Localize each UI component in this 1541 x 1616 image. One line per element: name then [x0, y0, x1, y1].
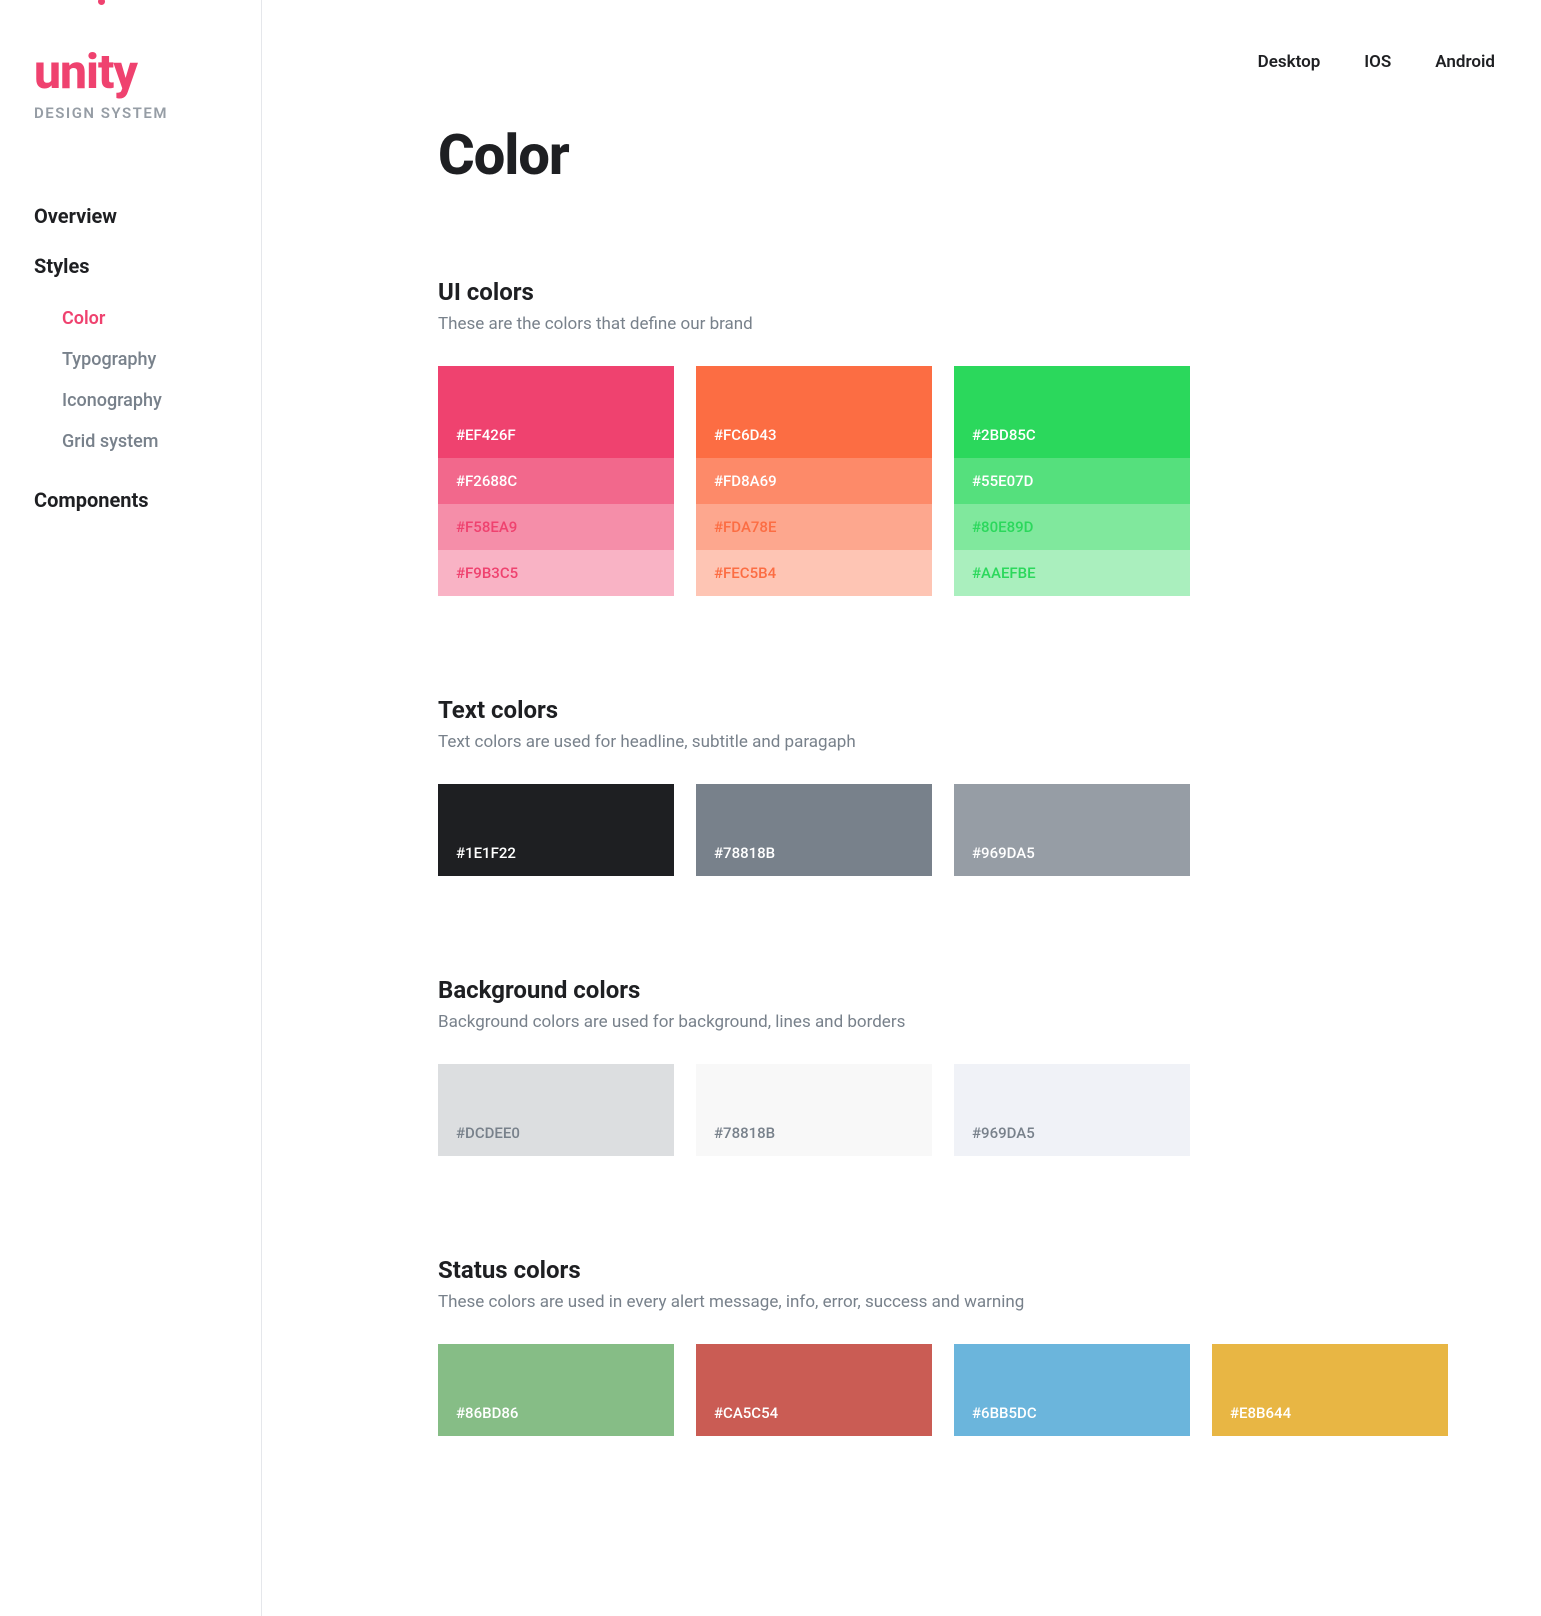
group-description: Background colors are used for backgroun…: [438, 1012, 1505, 1032]
swatch-column: #CA5C54: [696, 1344, 932, 1436]
nav-sub-grid-system[interactable]: Grid system: [62, 421, 261, 462]
logo: unity DESIGN SYSTEM: [34, 48, 261, 122]
page-title: Color: [438, 122, 1505, 188]
swatch-column: #969DA5: [954, 1064, 1190, 1156]
swatch-column: #6BB5DC: [954, 1344, 1190, 1436]
color-group: UI colors These are the colors that defin…: [438, 278, 1505, 596]
swatch-column: #FC6D43#FD8A69#FDA78E#FEC5B4: [696, 366, 932, 596]
main-content: Desktop IOS Android Color UI colors These…: [262, 0, 1541, 1616]
nav-sub-iconography[interactable]: Iconography: [62, 380, 261, 421]
nav-overview[interactable]: Overview: [34, 204, 261, 228]
platform-tabs: Desktop IOS Android: [438, 0, 1505, 72]
color-swatch: #2BD85C: [954, 366, 1190, 458]
nav-sub-typography[interactable]: Typography: [62, 339, 261, 380]
color-swatch: #FEC5B4: [696, 550, 932, 596]
swatch-column: #78818B: [696, 1064, 932, 1156]
swatch-row: #86BD86#CA5C54#6BB5DC#E8B644: [438, 1344, 1505, 1436]
color-group: Text colors Text colors are used for head…: [438, 696, 1505, 876]
color-swatch: #969DA5: [954, 1064, 1190, 1156]
logo-text: unity: [34, 48, 261, 96]
tab-android[interactable]: Android: [1435, 52, 1495, 72]
group-description: Text colors are used for headline, subti…: [438, 732, 1505, 752]
color-swatch: #DCDEE0: [438, 1064, 674, 1156]
color-swatch: #F2688C: [438, 458, 674, 504]
group-description: These are the colors that define our bra…: [438, 314, 1505, 334]
color-swatch: #1E1F22: [438, 784, 674, 876]
sidebar: unity DESIGN SYSTEM Overview Styles Colo…: [0, 0, 262, 1616]
color-swatch: #AAEFBE: [954, 550, 1190, 596]
color-swatch: #80E89D: [954, 504, 1190, 550]
swatch-column: #86BD86: [438, 1344, 674, 1436]
group-title: UI colors: [438, 278, 1505, 306]
swatch-column: #1E1F22: [438, 784, 674, 876]
color-swatch: #FC6D43: [696, 366, 932, 458]
color-swatch: #F9B3C5: [438, 550, 674, 596]
logo-subtitle: DESIGN SYSTEM: [34, 104, 261, 122]
swatch-column: #DCDEE0: [438, 1064, 674, 1156]
tab-ios[interactable]: IOS: [1364, 52, 1391, 72]
color-swatch: #969DA5: [954, 784, 1190, 876]
swatch-column: #78818B: [696, 784, 932, 876]
swatch-column: #EF426F#F2688C#F58EA9#F9B3C5: [438, 366, 674, 596]
swatch-column: #E8B644: [1212, 1344, 1448, 1436]
swatch-column: #2BD85C#55E07D#80E89D#AAEFBE: [954, 366, 1190, 596]
color-swatch: #55E07D: [954, 458, 1190, 504]
group-title: Text colors: [438, 696, 1505, 724]
color-swatch: #FD8A69: [696, 458, 932, 504]
nav-styles-sublist: Color Typography Iconography Grid system: [62, 298, 261, 462]
color-swatch: #86BD86: [438, 1344, 674, 1436]
group-title: Status colors: [438, 1256, 1505, 1284]
color-swatch: #F58EA9: [438, 504, 674, 550]
swatch-row: #1E1F22#78818B#969DA5: [438, 784, 1505, 876]
logo-dot-icon: [98, 0, 105, 5]
swatch-row: #DCDEE0#78818B#969DA5: [438, 1064, 1505, 1156]
swatch-row: #EF426F#F2688C#F58EA9#F9B3C5#FC6D43#FD8A…: [438, 366, 1505, 596]
nav-components[interactable]: Components: [34, 488, 261, 512]
nav-sub-color[interactable]: Color: [62, 298, 261, 339]
color-swatch: #78818B: [696, 784, 932, 876]
color-group: Status colors These colors are used in ev…: [438, 1256, 1505, 1436]
color-swatch: #CA5C54: [696, 1344, 932, 1436]
color-swatch: #E8B644: [1212, 1344, 1448, 1436]
color-swatch: #EF426F: [438, 366, 674, 458]
color-swatch: #FDA78E: [696, 504, 932, 550]
color-group: Background colors Background colors are u…: [438, 976, 1505, 1156]
nav-styles[interactable]: Styles: [34, 254, 261, 278]
color-swatch: #78818B: [696, 1064, 932, 1156]
group-title: Background colors: [438, 976, 1505, 1004]
sidebar-nav: Overview Styles Color Typography Iconogr…: [34, 204, 261, 512]
group-description: These colors are used in every alert mes…: [438, 1292, 1505, 1312]
tab-desktop[interactable]: Desktop: [1258, 52, 1321, 72]
color-swatch: #6BB5DC: [954, 1344, 1190, 1436]
swatch-column: #969DA5: [954, 784, 1190, 876]
